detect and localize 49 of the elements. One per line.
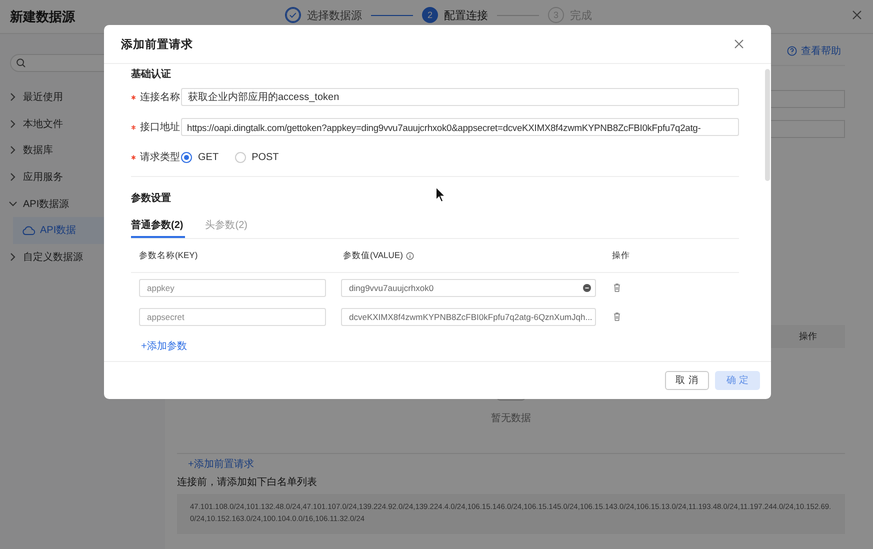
step-label: 选择数据源 xyxy=(307,8,362,22)
chevron-right-icon xyxy=(8,252,18,262)
chevron-right-icon xyxy=(8,92,18,102)
tab[interactable]: 普通参数(2) xyxy=(131,214,186,238)
field-label: 接口地址 xyxy=(131,120,181,134)
key-field[interactable]: appsecret xyxy=(139,308,326,326)
close-icon[interactable] xyxy=(734,39,744,49)
chevron-right-icon xyxy=(8,118,18,129)
chevron-right-icon xyxy=(8,172,18,182)
required-icon xyxy=(131,124,136,130)
required-icon xyxy=(131,94,136,100)
required-icon xyxy=(131,154,136,160)
radio-option[interactable]: GET xyxy=(181,152,219,162)
minus-circle-icon[interactable] xyxy=(583,284,591,292)
field-label: 连接名称 xyxy=(131,90,181,104)
input-field[interactable]: 获取企业内部应用的access_token xyxy=(181,88,739,106)
add-request-link[interactable]: +添加前置请求 xyxy=(188,457,845,471)
section-heading: 参数设置 xyxy=(131,192,171,206)
column-header: 参数值(VALUE) xyxy=(343,250,403,262)
dialog-title: 添加前置请求 xyxy=(121,37,193,52)
value-field[interactable]: dcveKXIMX8f4zwmKYPNB8ZcFBI0kFpfu7q2atg-6QznXumJqh... xyxy=(341,308,596,326)
input-field[interactable]: https://oapi.dingtalk.com/gettoken?appkey=ding9vvu7auujcrhxok0&appsecret=dcveKXIMX8f4zwmKYPNB8ZcFBI0kFpfu7q2atg- xyxy=(181,118,739,136)
info-icon xyxy=(406,252,414,260)
tab[interactable]: 头参数(2) xyxy=(205,214,250,238)
field-label: 请求类型 xyxy=(131,150,181,164)
page-title: 新建数据源 xyxy=(10,8,75,26)
mouse-pointer-icon xyxy=(435,186,446,203)
cloud-icon xyxy=(22,224,35,236)
column-header: 操作 xyxy=(612,250,630,260)
help-icon xyxy=(787,46,797,56)
scrollbar-thumb[interactable] xyxy=(765,69,770,181)
value-field[interactable]: ding9vvu7auujcrhxok0 xyxy=(341,278,596,296)
trash-icon[interactable] xyxy=(613,312,621,321)
trash-icon[interactable] xyxy=(613,283,621,292)
radio-option[interactable]: POST xyxy=(234,152,279,162)
column-header: 参数名称(KEY) xyxy=(139,250,198,260)
chevron-right-icon xyxy=(8,145,18,156)
empty-text: 暂无数据 xyxy=(491,412,531,425)
whitelist-note: 连接前，请添加如下白名单列表 xyxy=(177,476,318,489)
step-number: 2 xyxy=(422,7,438,23)
step-label: 配置连接 xyxy=(444,8,488,22)
section-heading: 基础认证 xyxy=(131,68,171,82)
help-link[interactable]: 查看帮助 xyxy=(801,44,841,58)
close-icon[interactable] xyxy=(851,9,863,21)
search-icon xyxy=(16,58,26,68)
tree-group[interactable]: 应用服务 xyxy=(0,164,165,190)
cancel-button[interactable]: 取 消 xyxy=(664,371,710,390)
chevron-down-icon xyxy=(8,198,18,209)
key-field[interactable]: appkey xyxy=(139,278,326,296)
